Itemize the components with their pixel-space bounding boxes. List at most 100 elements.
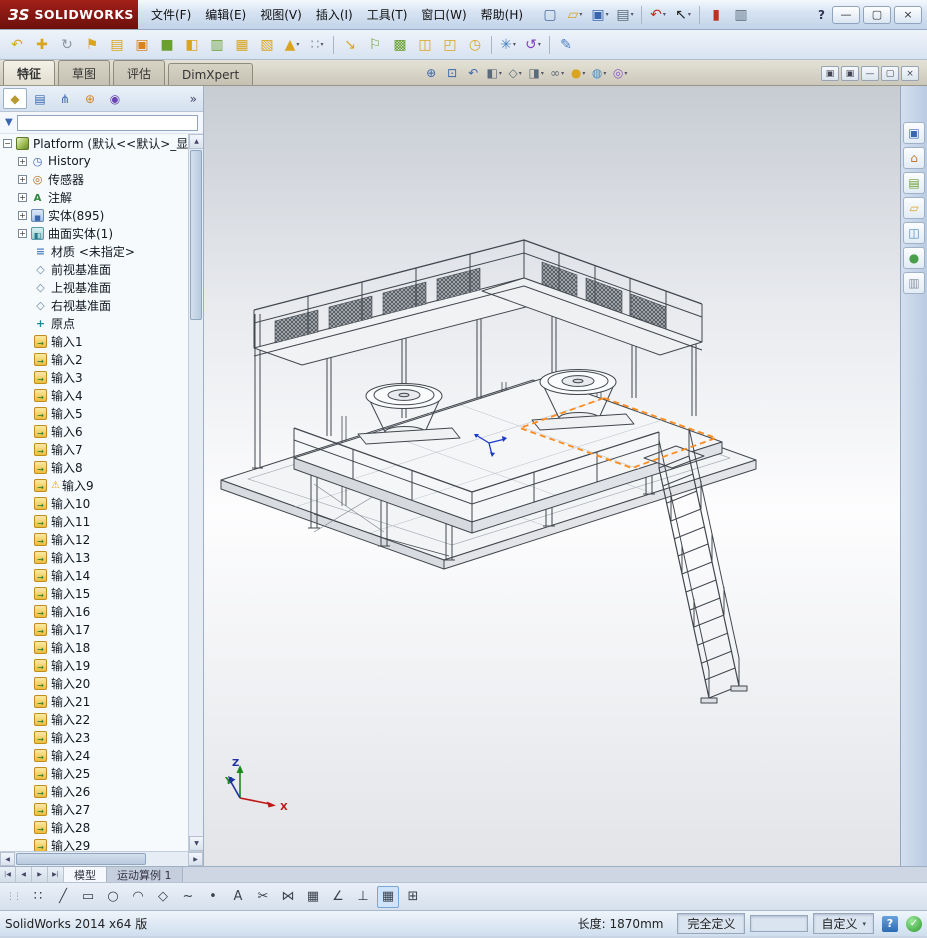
tree-item[interactable]: ⚠ 上视基准面 — [0, 278, 188, 296]
toolbar-drag-handle[interactable]: ⋮⋮ — [6, 892, 22, 902]
scroll-last-tab-button[interactable]: ▶| — [48, 867, 64, 882]
menu-item[interactable]: 文件(F) — [144, 2, 198, 27]
tree-item[interactable]: ⚠ 输入3 — [0, 368, 188, 386]
loop-icon[interactable]: ↺ — [521, 33, 545, 57]
sketch-mirror-icon[interactable]: ⋈ — [277, 886, 299, 908]
tree-item[interactable]: ⚠ 曲面实体(1) — [0, 224, 188, 242]
separator[interactable] — [546, 33, 553, 57]
panel-icon[interactable]: ▥ — [205, 33, 229, 57]
sketch-rectangle-icon[interactable]: ▭ — [77, 886, 99, 908]
flag2-icon[interactable]: ⚐ — [363, 33, 387, 57]
doc-minimize-icon[interactable]: — — [861, 66, 879, 81]
help-icon[interactable]: ? — [818, 8, 825, 22]
tree-item[interactable]: ⚠ 输入25 — [0, 764, 188, 782]
scroll-first-tab-button[interactable]: |◀ — [0, 867, 16, 882]
scroll-left-icon[interactable]: ◀ — [0, 852, 15, 866]
panel-overflow-chevron-icon[interactable]: » — [190, 92, 200, 106]
tree-item[interactable]: ⚠ 输入12 — [0, 530, 188, 548]
scroll-prev-tab-button[interactable]: ◀ — [16, 867, 32, 882]
filter-input[interactable] — [16, 114, 198, 131]
tree-item[interactable]: ⚠ 输入18 — [0, 638, 188, 656]
clipboard-icon[interactable]: ▥ — [729, 3, 753, 27]
previous-view-icon[interactable]: ↶ — [463, 63, 483, 83]
pencil-icon[interactable]: ✎ — [554, 33, 578, 57]
tree-item[interactable]: ⚠ 输入20 — [0, 674, 188, 692]
clock-icon[interactable]: ◷ — [463, 33, 487, 57]
tree-item[interactable]: ⚠ 材质 <未指定> — [0, 242, 188, 260]
view-settings-icon[interactable]: ◎ — [610, 63, 630, 83]
commandmanager-tab[interactable]: DimXpert — [168, 63, 254, 85]
tree-item[interactable]: ⚠ 输入27 — [0, 800, 188, 818]
appearances-icon[interactable]: ● — [903, 247, 925, 269]
tree-item[interactable]: ⚠ 输入14 — [0, 566, 188, 584]
tree-item[interactable]: ⚠ 输入10 — [0, 494, 188, 512]
expand-toggle-icon[interactable] — [18, 210, 27, 220]
sketch-relations-icon[interactable]: ⊥ — [352, 886, 374, 908]
featuremanager-tab[interactable]: ◆ — [3, 88, 27, 109]
tree-item[interactable]: ⚠ 输入24 — [0, 746, 188, 764]
menu-item[interactable]: 视图(V) — [253, 2, 309, 27]
display-style-icon[interactable]: ◨ — [526, 63, 546, 83]
sketch-trim-icon[interactable]: ✂ — [252, 886, 274, 908]
grid-icon[interactable]: ▦ — [230, 33, 254, 57]
scroll-next-tab-button[interactable]: ▶ — [32, 867, 48, 882]
separator[interactable] — [488, 33, 495, 57]
table-icon[interactable]: ⊞ — [402, 886, 424, 908]
graphics-area[interactable]: X Y Z — [204, 86, 900, 866]
menu-item[interactable]: 插入(I) — [309, 2, 360, 27]
close-button[interactable]: × — [894, 5, 922, 24]
half-section-icon[interactable]: ◧ — [180, 33, 204, 57]
open-file-icon[interactable]: ▱ — [563, 3, 587, 27]
sketch-circle-icon[interactable]: ○ — [102, 886, 124, 908]
print-icon[interactable]: ▤ — [613, 3, 637, 27]
select-cursor-icon[interactable]: ↖ — [671, 3, 695, 27]
tree-item[interactable]: ⚠ 注解 — [0, 188, 188, 206]
expand-toggle-icon[interactable] — [18, 156, 27, 166]
section-view-icon[interactable]: ◧ — [484, 63, 504, 83]
hatch-icon[interactable]: ▧ — [255, 33, 279, 57]
view-palette-icon[interactable]: ◫ — [903, 222, 925, 244]
rollback-icon[interactable]: ↶ — [5, 33, 29, 57]
separator[interactable] — [330, 33, 337, 57]
tree-item[interactable]: ⚠ 输入16 — [0, 602, 188, 620]
tree-item[interactable]: ⚠ 输入28 — [0, 818, 188, 836]
tree-horizontal-scrollbar[interactable]: ◀ ▶ — [0, 851, 203, 866]
new-file-icon[interactable]: ▢ — [538, 3, 562, 27]
expand-toggle-icon[interactable] — [18, 174, 27, 184]
configurationmanager-tab[interactable]: ⋔ — [53, 88, 77, 109]
tree-item[interactable]: ⚠ 输入29 — [0, 836, 188, 851]
tree-item[interactable]: ⚠ 输入15 — [0, 584, 188, 602]
move-icon[interactable]: ✚ — [30, 33, 54, 57]
home-icon[interactable]: ⌂ — [903, 147, 925, 169]
tree-item[interactable]: ⚠ 输入2 — [0, 350, 188, 368]
tree-item[interactable]: ⚠ 原点 — [0, 314, 188, 332]
corner-icon[interactable]: ◰ — [438, 33, 462, 57]
tree-item[interactable]: ⚠ 输入4 — [0, 386, 188, 404]
menu-item[interactable]: 窗口(W) — [414, 2, 473, 27]
dimxpertmanager-tab[interactable]: ⊕ — [78, 88, 102, 109]
tree-item[interactable]: ⚠ 输入6 — [0, 422, 188, 440]
scrollbar-thumb[interactable] — [16, 853, 146, 865]
scroll-down-icon[interactable]: ▼ — [189, 836, 203, 851]
separator[interactable] — [696, 3, 703, 27]
sketch-select-icon[interactable]: ∷ — [27, 886, 49, 908]
custom-properties-icon[interactable]: ▥ — [903, 272, 925, 294]
design-library-icon[interactable]: ▤ — [903, 172, 925, 194]
box-icon[interactable]: ▣ — [130, 33, 154, 57]
mesh-icon[interactable]: ▩ — [388, 33, 412, 57]
tree-item[interactable]: ⚠ 输入13 — [0, 548, 188, 566]
tree-item[interactable]: ⚠ 输入21 — [0, 692, 188, 710]
doc-maximize-icon[interactable]: ▢ — [881, 66, 899, 81]
document-tab[interactable]: 运动算例 1 — [107, 867, 183, 882]
maximize-button[interactable]: ▢ — [863, 5, 891, 24]
propertymanager-tab[interactable]: ▤ — [28, 88, 52, 109]
hide-show-items-icon[interactable]: ∞ — [547, 63, 567, 83]
tree-item[interactable]: ⚠ 输入8 — [0, 458, 188, 476]
commandmanager-tab[interactable]: 评估 — [113, 60, 166, 85]
separator[interactable] — [638, 3, 645, 27]
tree-item[interactable]: ⚠ 输入11 — [0, 512, 188, 530]
displaymanager-tab[interactable]: ◉ — [103, 88, 127, 109]
pattern-dots-icon[interactable]: ∷ — [305, 33, 329, 57]
sketch-spline-icon[interactable]: ~ — [177, 886, 199, 908]
quick-tips-help-icon[interactable]: ? — [882, 915, 898, 932]
